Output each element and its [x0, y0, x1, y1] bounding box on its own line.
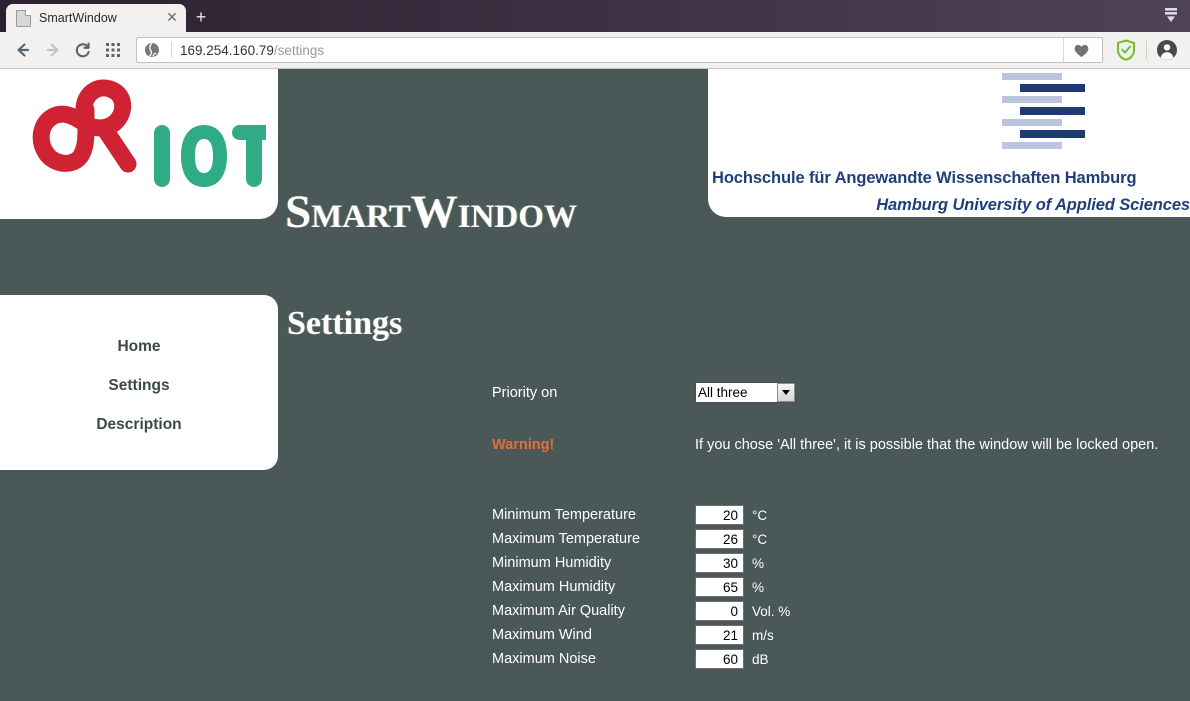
priority-select[interactable]: All three Temperature Humidity Air Quali…: [695, 382, 796, 403]
min-temperature-input[interactable]: [695, 505, 744, 525]
max-noise-input[interactable]: [695, 649, 744, 669]
forward-arrow-icon[interactable]: [38, 36, 68, 64]
field-unit: dB: [752, 651, 769, 667]
browser-chrome: SmartWindow ✕ + 169.254.160.79/settings: [0, 0, 1190, 69]
field-row-max-air-quality: Maximum Air Quality Vol. %: [492, 601, 1190, 621]
sidebar-item-settings[interactable]: Settings: [0, 378, 278, 394]
max-air-quality-input[interactable]: [695, 601, 744, 621]
field-label: Maximum Air Quality: [492, 603, 625, 619]
url-path: /settings: [273, 42, 325, 58]
field-row-min-temperature: Minimum Temperature °C: [492, 505, 1190, 525]
toolbar-divider: [1146, 41, 1147, 59]
field-label: Minimum Temperature: [492, 507, 636, 523]
max-temperature-input[interactable]: [695, 529, 744, 549]
haw-bars-icon: [1002, 71, 1112, 161]
back-arrow-icon[interactable]: [8, 36, 38, 64]
haw-name-english: Hamburg University of Applied Sciences: [876, 196, 1190, 214]
max-humidity-input[interactable]: [695, 577, 744, 597]
haw-name-german: Hochschule für Angewandte Wissenschaften…: [712, 169, 1137, 187]
url-divider: [171, 42, 172, 58]
sidebar-nav: Home Settings Description: [0, 295, 278, 470]
heart-bookmark-icon[interactable]: [1063, 38, 1098, 62]
priority-label: Priority on: [492, 384, 558, 401]
warning-message: If you chose 'All three', it is possible…: [695, 437, 1159, 453]
tab-list-dropdown-icon[interactable]: [1160, 4, 1182, 26]
apps-grid-icon[interactable]: [98, 36, 128, 64]
page-content: SmartWindow Hochschule für Angewandte Wi…: [0, 69, 1190, 700]
sidebar-item-home[interactable]: Home: [0, 339, 278, 355]
field-row-max-humidity: Maximum Humidity %: [492, 577, 1190, 597]
field-unit: °C: [752, 531, 768, 547]
field-label: Maximum Humidity: [492, 579, 616, 595]
warning-row: Warning! If you chose 'All three', it is…: [492, 437, 1190, 453]
haw-logo-panel: Hochschule für Angewandte Wissenschaften…: [708, 69, 1190, 217]
settings-form: Priority on All three Temperature Humidi…: [492, 382, 1190, 700]
sidebar-item-description[interactable]: Description: [0, 417, 278, 433]
riot-logo-panel: [0, 69, 278, 219]
priority-select-wrapper: All three Temperature Humidity Air Quali…: [695, 382, 796, 403]
document-icon: [16, 9, 31, 27]
reload-icon[interactable]: [68, 36, 98, 64]
globe-icon: [141, 39, 163, 61]
page-title: Settings: [287, 305, 403, 342]
close-icon[interactable]: ✕: [164, 10, 180, 26]
field-row-max-wind: Maximum Wind m/s: [492, 625, 1190, 645]
browser-tab[interactable]: SmartWindow ✕: [6, 4, 186, 32]
field-unit: %: [752, 555, 765, 571]
tab-strip: SmartWindow ✕ +: [0, 0, 1190, 32]
url-bar[interactable]: 169.254.160.79/settings: [136, 37, 1103, 63]
field-label: Maximum Temperature: [492, 531, 641, 547]
field-unit: °C: [752, 507, 768, 523]
threshold-fields: Minimum Temperature °C Maximum Temperatu…: [492, 505, 1190, 669]
shield-check-icon[interactable]: [1111, 36, 1141, 64]
warning-label: Warning!: [492, 437, 555, 453]
priority-row: Priority on All three Temperature Humidi…: [492, 382, 1190, 403]
field-unit: %: [752, 579, 765, 595]
field-label: Minimum Humidity: [492, 555, 612, 571]
tab-title: SmartWindow: [39, 11, 117, 25]
riot-logo: [18, 79, 276, 216]
field-row-max-noise: Maximum Noise dB: [492, 649, 1190, 669]
field-unit: m/s: [752, 627, 774, 643]
user-avatar-icon[interactable]: [1152, 36, 1182, 64]
new-tab-button[interactable]: +: [186, 4, 216, 32]
field-label: Maximum Noise: [492, 651, 596, 667]
url-host: 169.254.160.79: [180, 42, 274, 58]
field-row-min-humidity: Minimum Humidity %: [492, 553, 1190, 573]
max-wind-input[interactable]: [695, 625, 744, 645]
page-brand-title: SmartWindow: [285, 186, 577, 238]
browser-toolbar: 169.254.160.79/settings: [0, 32, 1190, 69]
field-row-max-temperature: Maximum Temperature °C: [492, 529, 1190, 549]
url-text: 169.254.160.79/settings: [180, 43, 324, 58]
field-label: Maximum Wind: [492, 627, 592, 643]
min-humidity-input[interactable]: [695, 553, 744, 573]
field-unit: Vol. %: [752, 603, 791, 619]
